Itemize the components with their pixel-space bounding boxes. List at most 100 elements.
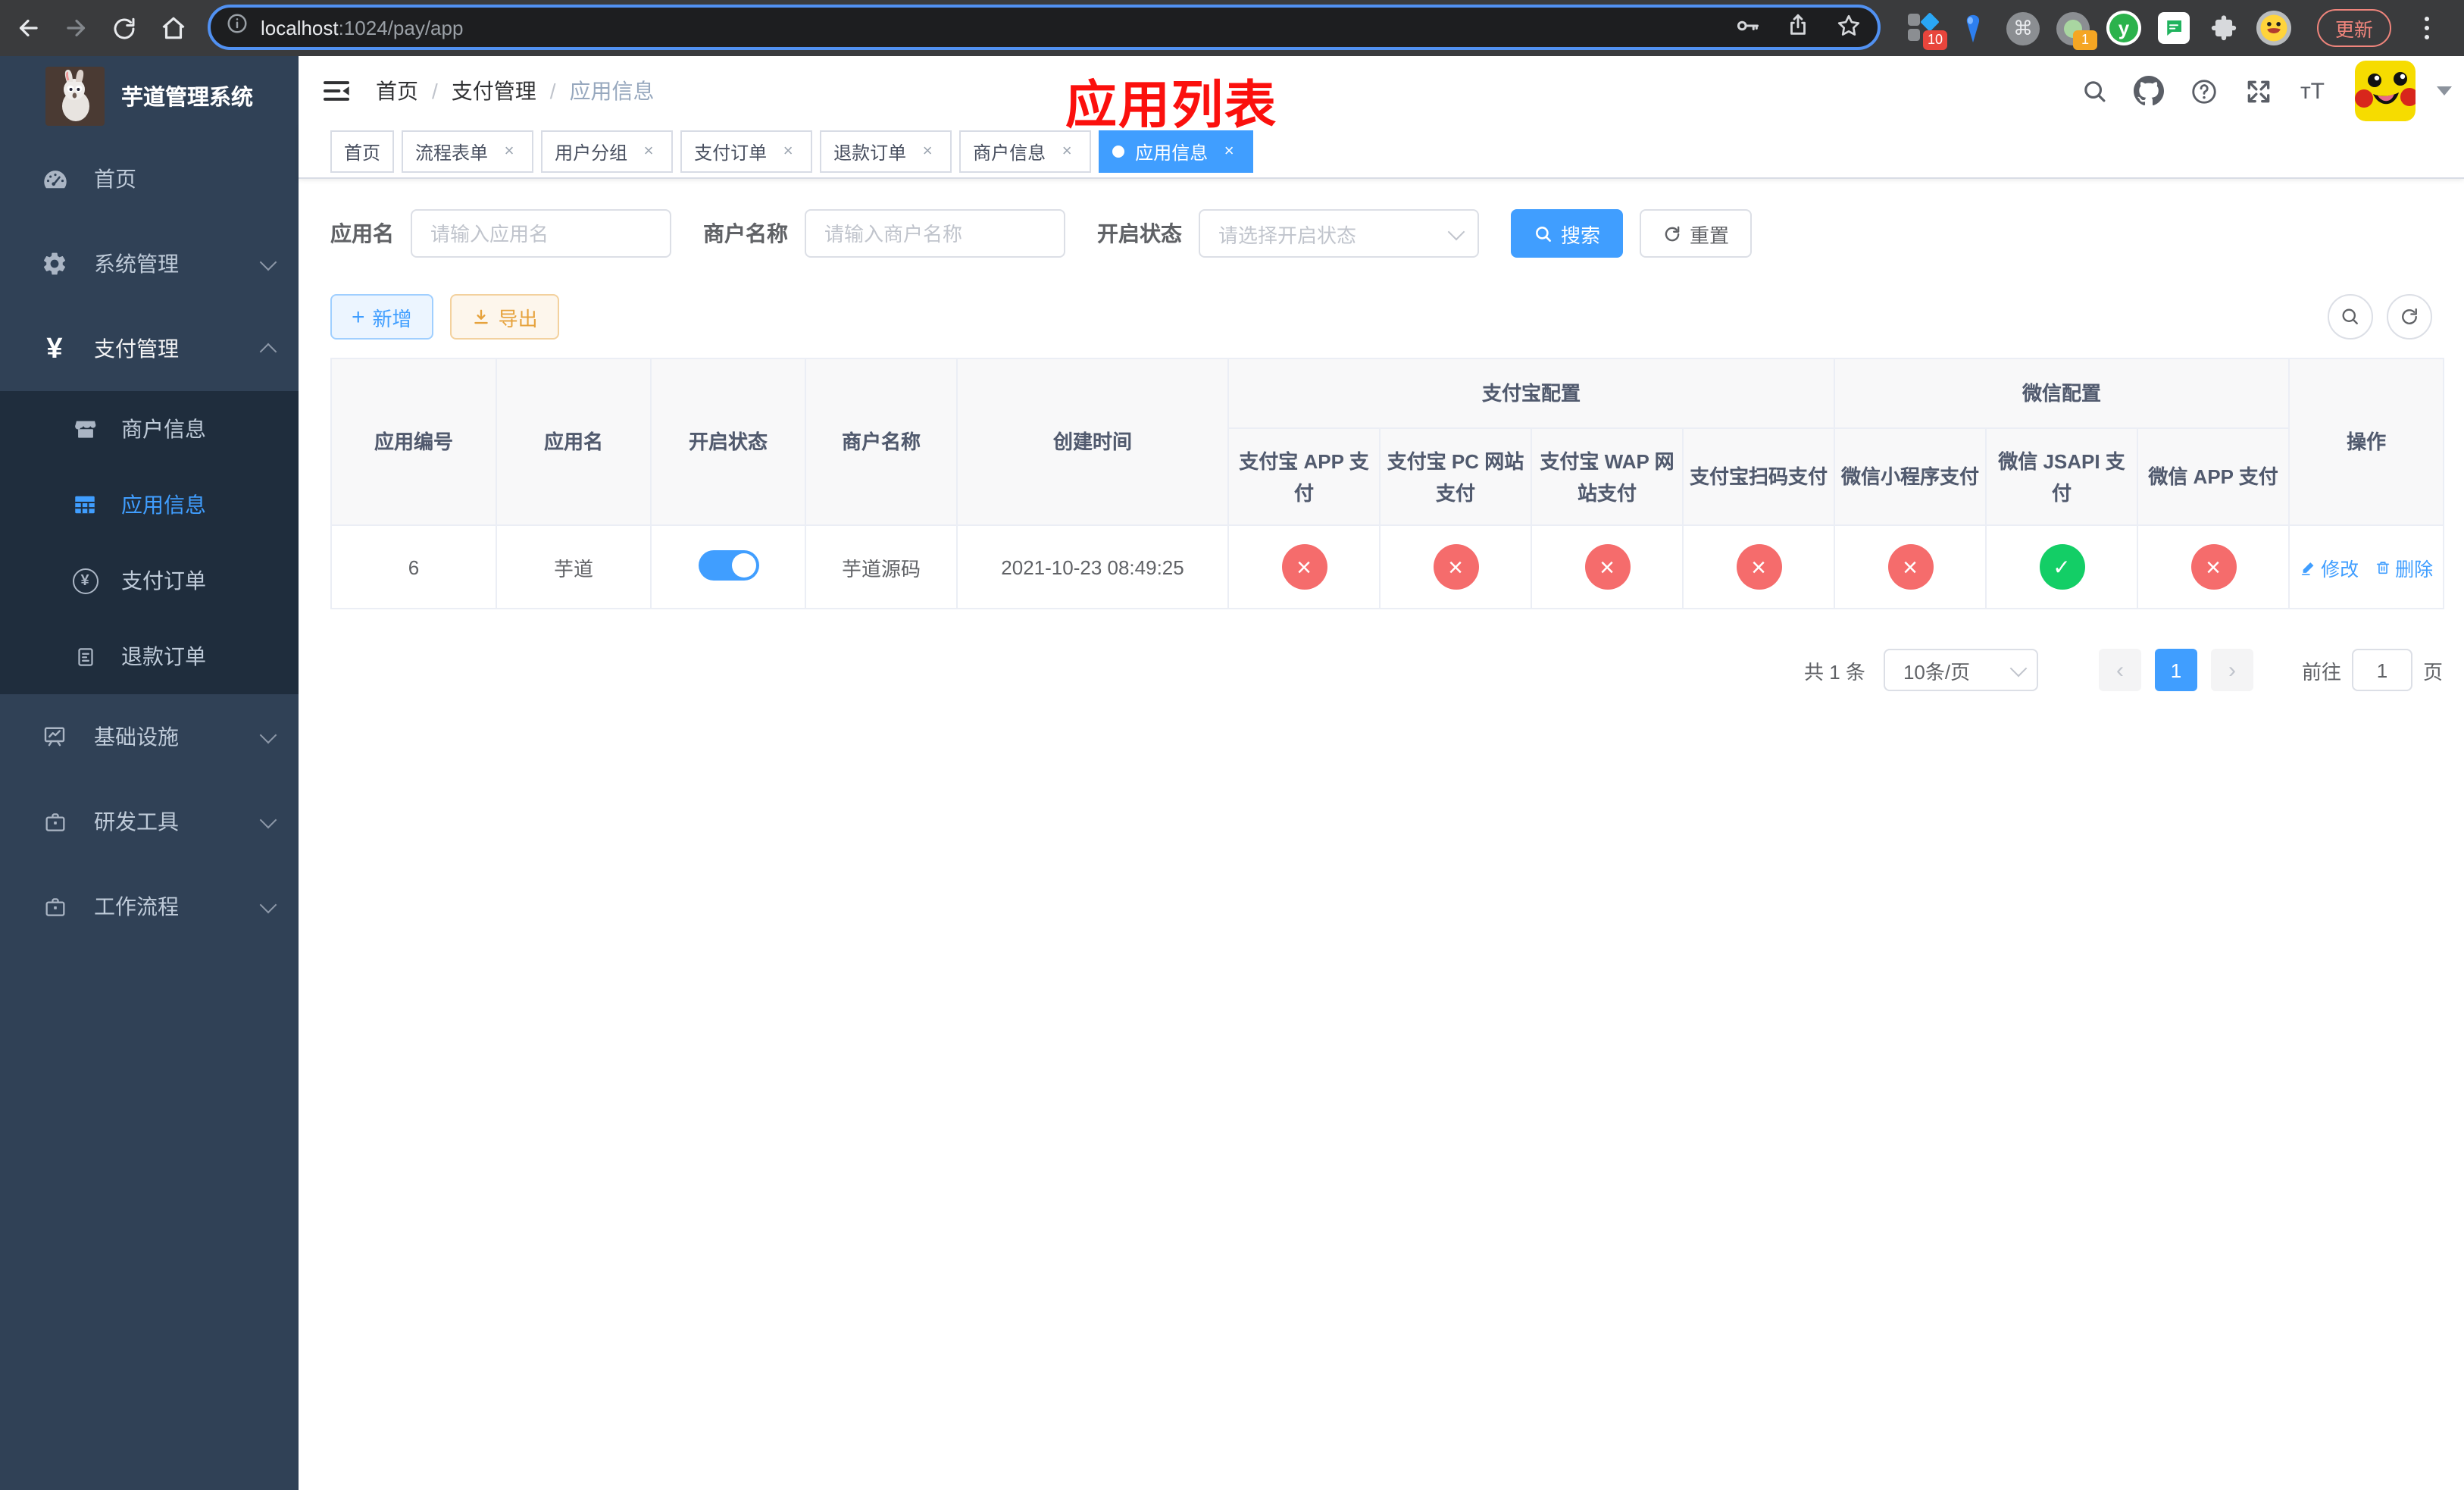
tab-close-icon[interactable] (1056, 141, 1077, 162)
chevron-down-icon (259, 895, 277, 913)
search-button-label: 搜索 (1561, 224, 1601, 246)
help-icon[interactable] (2185, 73, 2222, 109)
tab-close-icon[interactable] (1218, 141, 1240, 162)
extension-badge: 10 (1923, 30, 1947, 49)
sidebar-item-label: 支付订单 (121, 568, 206, 593)
forward-icon[interactable] (55, 7, 97, 49)
sidebar-item-refund-orders[interactable]: 退款订单 (0, 618, 299, 694)
sidebar-item-label: 基础设施 (94, 725, 179, 749)
sidebar-item-payment[interactable]: ¥ 支付管理 (0, 306, 299, 391)
breadcrumb-home[interactable]: 首页 (376, 76, 418, 106)
reload-icon[interactable] (103, 7, 145, 49)
chevron-down-icon (2009, 659, 2028, 677)
browser-update-button[interactable]: 更新 (2317, 9, 2392, 47)
tab-home[interactable]: 首页 (330, 130, 395, 173)
search-button[interactable]: 搜索 (1511, 209, 1624, 258)
app-name-input[interactable] (411, 209, 671, 258)
prev-page-button[interactable]: ‹ (2098, 649, 2141, 691)
extension-proxy-icon[interactable]: 1 (2056, 11, 2097, 49)
app-title: 芋道管理系统 (121, 86, 253, 111)
extension-badge: 1 (2073, 30, 2097, 49)
tab-close-icon[interactable] (917, 141, 938, 162)
sidebar-item-merchant-info[interactable]: 商户信息 (0, 391, 299, 467)
col-header-id: 应用编号 (330, 358, 497, 526)
profile-avatar-icon[interactable] (2256, 11, 2291, 45)
merchant-name-input[interactable] (805, 209, 1065, 258)
page-size-select[interactable]: 10条/页 (1883, 649, 2038, 691)
alipay-qr-status-icon (1736, 544, 1781, 590)
reset-button[interactable]: 重置 (1640, 209, 1753, 258)
extension-sketch-icon[interactable]: 10 (1906, 11, 1947, 49)
bookmark-star-icon[interactable] (1835, 11, 1862, 46)
sidebar-item-system[interactable]: 系统管理 (0, 221, 299, 306)
tab-pay-orders[interactable]: 支付订单 (680, 130, 813, 173)
status-select-placeholder: 请选择开启状态 (1218, 224, 1357, 246)
delete-link[interactable]: 删除 (2374, 552, 2433, 581)
next-page-button[interactable]: › (2210, 649, 2253, 691)
refresh-button[interactable] (2387, 294, 2432, 340)
sidebar-item-dev-tools[interactable]: 研发工具 (0, 779, 299, 864)
browser-menu-icon[interactable] (2414, 17, 2438, 39)
breadcrumb-section[interactable]: 支付管理 (452, 76, 536, 106)
yen-circle-icon: ¥ (67, 562, 103, 599)
search-icon[interactable] (2076, 73, 2112, 109)
edit-link[interactable]: 修改 (2300, 552, 2359, 581)
col-header-alipay-qr: 支付宝扫码支付 (1681, 427, 1836, 526)
cell-wx-app (2137, 524, 2290, 609)
user-avatar[interactable] (2355, 61, 2416, 121)
col-header-alipay-pc: 支付宝 PC 网站支付 (1379, 427, 1532, 526)
sidebar-item-app-info[interactable]: 应用信息 (0, 467, 299, 543)
back-icon[interactable] (6, 7, 48, 49)
sidebar-item-pay-orders[interactable]: ¥ 支付订单 (0, 543, 299, 618)
site-info-icon[interactable] (226, 12, 249, 42)
chevron-down-icon (259, 252, 277, 271)
status-select[interactable]: 请选择开启状态 (1199, 209, 1479, 258)
chevron-down-icon (1447, 222, 1465, 240)
password-key-icon[interactable] (1734, 11, 1761, 46)
extensions-puzzle-icon[interactable] (2206, 11, 2240, 45)
cell-wx-jsapi (1985, 524, 2139, 609)
browser-chrome: localhost:1024/pay/app 10 ⌘ 1 y 更新 (0, 0, 2464, 56)
cell-app-name: 芋道 (496, 524, 652, 609)
tab-close-icon[interactable] (499, 141, 520, 162)
navbar-right-tools: тT (2076, 56, 2452, 126)
tab-close-icon[interactable] (638, 141, 659, 162)
sidebar-collapse-icon[interactable] (321, 76, 352, 106)
page-content: 应用名 商户名称 开启状态 请选择开启状态 (299, 179, 2464, 1490)
sidebar-item-label: 工作流程 (94, 894, 179, 919)
github-icon[interactable] (2131, 73, 2167, 109)
sidebar-item-label: 首页 (94, 167, 136, 191)
extension-chat-icon[interactable] (2158, 12, 2190, 44)
extension-command-icon[interactable]: ⌘ (2006, 11, 2040, 45)
avatar-caret-icon[interactable] (2437, 86, 2452, 95)
dashboard-icon (36, 161, 73, 197)
sidebar-item-infrastructure[interactable]: 基础设施 (0, 694, 299, 779)
home-icon[interactable] (152, 7, 194, 49)
alipay-wap-status-icon (1584, 544, 1630, 590)
col-group-alipay: 支付宝配置 (1227, 358, 1836, 429)
tab-user-group[interactable]: 用户分组 (541, 130, 674, 173)
address-bar[interactable]: localhost:1024/pay/app (208, 5, 1881, 50)
tab-refund-orders[interactable]: 退款订单 (820, 130, 952, 173)
col-header-merchant: 商户名称 (805, 358, 958, 526)
tab-close-icon[interactable] (777, 141, 799, 162)
fullscreen-icon[interactable] (2240, 73, 2276, 109)
share-icon[interactable] (1785, 12, 1811, 45)
extension-y-icon[interactable]: y (2106, 11, 2141, 45)
sidebar-item-workflow[interactable]: 工作流程 (0, 864, 299, 949)
add-button[interactable]: + 新增 (330, 294, 433, 340)
wx-app-status-icon (2190, 544, 2237, 590)
toggle-search-button[interactable] (2328, 294, 2373, 340)
export-button[interactable]: 导出 (449, 294, 559, 340)
sidebar-item-home[interactable]: 首页 (0, 136, 299, 221)
goto-page-input[interactable] (2351, 649, 2412, 691)
cell-merchant: 芋道源码 (805, 524, 958, 609)
status-toggle[interactable] (698, 549, 758, 580)
sidebar: 芋道管理系统 首页 系统管理 ¥ 支付管理 商户信息 应用信息 ¥ 支付订单 退… (0, 56, 299, 1490)
tab-process-form[interactable]: 流程表单 (402, 130, 534, 173)
font-size-icon[interactable]: тT (2294, 73, 2331, 109)
app-logo[interactable]: 芋道管理系统 (0, 56, 299, 136)
extension-pin-icon[interactable] (1956, 11, 1990, 45)
briefcase-icon (36, 888, 73, 925)
page-number-button[interactable]: 1 (2154, 649, 2197, 691)
